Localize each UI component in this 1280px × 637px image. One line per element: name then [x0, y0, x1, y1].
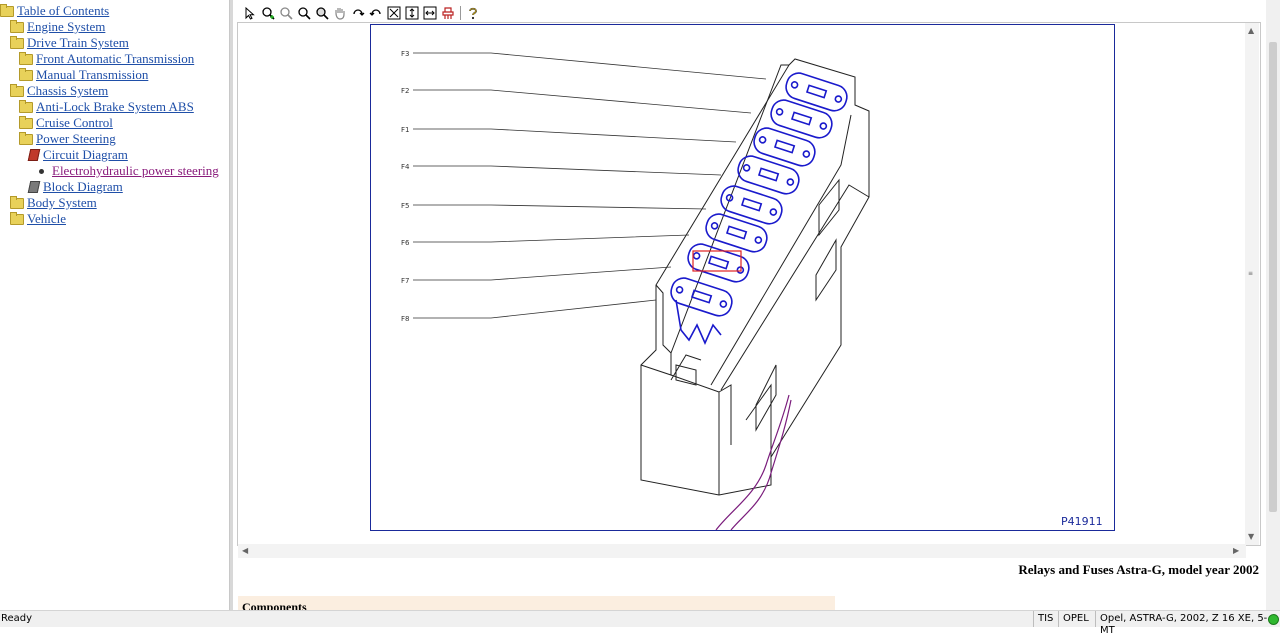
folder-open-icon [0, 3, 14, 17]
viewer-toolbar [242, 4, 481, 22]
tree-item-label[interactable]: Power Steering [36, 131, 116, 147]
tree-item-block-diagram[interactable]: Block Diagram [27, 179, 123, 195]
book-open-icon [27, 149, 41, 161]
tree-item-electrohydraulic-power-steering[interactable]: Electrohydraulic power steering [39, 163, 219, 179]
folder-icon [10, 35, 24, 49]
tree-item-body-system[interactable]: Body System [10, 195, 97, 211]
zoom-out-icon[interactable] [278, 5, 294, 21]
folder-open-icon [10, 83, 24, 97]
folder-icon [19, 51, 33, 65]
page-vertical-scrollbar[interactable] [1266, 0, 1280, 610]
fit-page-icon[interactable] [386, 5, 402, 21]
folder-icon [10, 19, 24, 33]
tree-item-circuit-diagram[interactable]: Circuit Diagram [27, 147, 128, 163]
fuse-label-f5: F5 [401, 202, 409, 210]
help-icon[interactable] [465, 5, 481, 21]
tree-item-vehicle[interactable]: Vehicle [10, 211, 66, 227]
section-heading-components: Components [238, 596, 835, 610]
tree-item-chassis-system[interactable]: Chassis System [10, 83, 108, 99]
fuse-label-f7: F7 [401, 277, 409, 285]
folder-icon [10, 195, 24, 209]
status-system: TIS [1038, 613, 1054, 624]
tree-item-label[interactable]: Circuit Diagram [43, 147, 128, 163]
tree-item-cruise-control[interactable]: Cruise Control [19, 115, 113, 131]
scrollbar-thumb[interactable] [1269, 42, 1277, 512]
book-icon [27, 181, 41, 193]
panel-splitter[interactable] [229, 0, 233, 610]
fuse-label-f6: F6 [401, 239, 410, 247]
highlight-icon[interactable] [440, 5, 456, 21]
rotate-cw-icon[interactable] [350, 5, 366, 21]
folder-icon [19, 67, 33, 81]
toolbar-separator [460, 6, 461, 20]
viewer-vertical-scrollbar[interactable]: ▲ ≡ ▼ [1245, 23, 1259, 545]
folder-icon [19, 115, 33, 129]
tree-item-label[interactable]: Anti-Lock Brake System ABS [36, 99, 194, 115]
tree-item-label[interactable]: Cruise Control [36, 115, 113, 131]
status-led-icon [1268, 614, 1279, 625]
zoom-icon[interactable] [296, 5, 312, 21]
fuse-label-f8: F8 [401, 315, 409, 323]
fit-width-icon[interactable] [422, 5, 438, 21]
status-text: Ready [1, 613, 33, 624]
viewer-horizontal-scrollbar[interactable]: ◀ ▶ [238, 544, 1246, 558]
fuse-box-drawing[interactable]: F3 F2 F1 F4 F5 F6 F7 F8 P41911 [370, 24, 1115, 531]
tree-item-drive-train-system[interactable]: Drive Train System [10, 35, 129, 51]
zoom-in-icon[interactable] [260, 5, 276, 21]
status-brand: OPEL [1063, 613, 1089, 624]
tree-item-manual-transmission[interactable]: Manual Transmission [19, 67, 148, 83]
tree-item-engine-system[interactable]: Engine System [10, 19, 105, 35]
scroll-left-icon[interactable]: ◀ [242, 546, 248, 555]
fuse-label-f2: F2 [401, 87, 409, 95]
zoom-area-icon[interactable] [314, 5, 330, 21]
figure-id: P41911 [1061, 515, 1103, 528]
status-divider [1033, 611, 1034, 627]
status-divider [1095, 611, 1096, 627]
fuse-label-f1: F1 [401, 126, 409, 134]
rotate-ccw-icon[interactable] [368, 5, 384, 21]
tree-item-label[interactable]: Front Automatic Transmission [36, 51, 194, 67]
status-bar: Ready TIS OPEL Opel, ASTRA-G, 2002, Z 16… [0, 610, 1280, 636]
tree-item-label[interactable]: Vehicle [27, 211, 66, 227]
folder-icon [10, 211, 24, 225]
scroll-down-icon[interactable]: ▼ [1248, 532, 1254, 541]
tree-item-label[interactable]: Block Diagram [43, 179, 123, 195]
tree-item-label[interactable]: Engine System [27, 19, 105, 35]
bullet-icon [39, 168, 44, 174]
scroll-grip-icon[interactable]: ≡ [1248, 270, 1253, 277]
folder-open-icon [19, 131, 33, 145]
scroll-right-icon[interactable]: ▶ [1233, 546, 1239, 555]
fuse-box-illustration: F3 F2 F1 F4 F5 F6 F7 F8 P41911 [401, 50, 1103, 531]
tree-item-label[interactable]: Chassis System [27, 83, 108, 99]
select-arrow-icon[interactable] [242, 5, 258, 21]
tree-item-label[interactable]: Table of Contents [17, 3, 109, 19]
fuse-label-f4: F4 [401, 163, 410, 171]
folder-icon [19, 99, 33, 113]
fit-height-icon[interactable] [404, 5, 420, 21]
tree-item-label[interactable]: Electrohydraulic power steering [52, 163, 219, 179]
status-divider [1058, 611, 1059, 627]
tree-item-label[interactable]: Drive Train System [27, 35, 129, 51]
tree-item-label[interactable]: Manual Transmission [36, 67, 148, 83]
table-of-contents-tree: Table of Contents Engine System Drive Tr… [0, 0, 229, 610]
page-caption: Relays and Fuses Astra-G, model year 200… [1018, 562, 1259, 577]
tree-item-label[interactable]: Body System [27, 195, 97, 211]
pan-hand-icon[interactable] [332, 5, 348, 21]
tree-item-front-automatic-transmission[interactable]: Front Automatic Transmission [19, 51, 194, 67]
scroll-up-icon[interactable]: ▲ [1248, 26, 1254, 35]
tree-item-abs[interactable]: Anti-Lock Brake System ABS [19, 99, 194, 115]
tree-item-table-of-contents[interactable]: Table of Contents [0, 3, 109, 19]
status-vehicle: Opel, ASTRA-G, 2002, Z 16 XE, 5-MT [1100, 613, 1268, 636]
tree-item-power-steering[interactable]: Power Steering [19, 131, 116, 147]
fuse-label-f3: F3 [401, 50, 409, 58]
